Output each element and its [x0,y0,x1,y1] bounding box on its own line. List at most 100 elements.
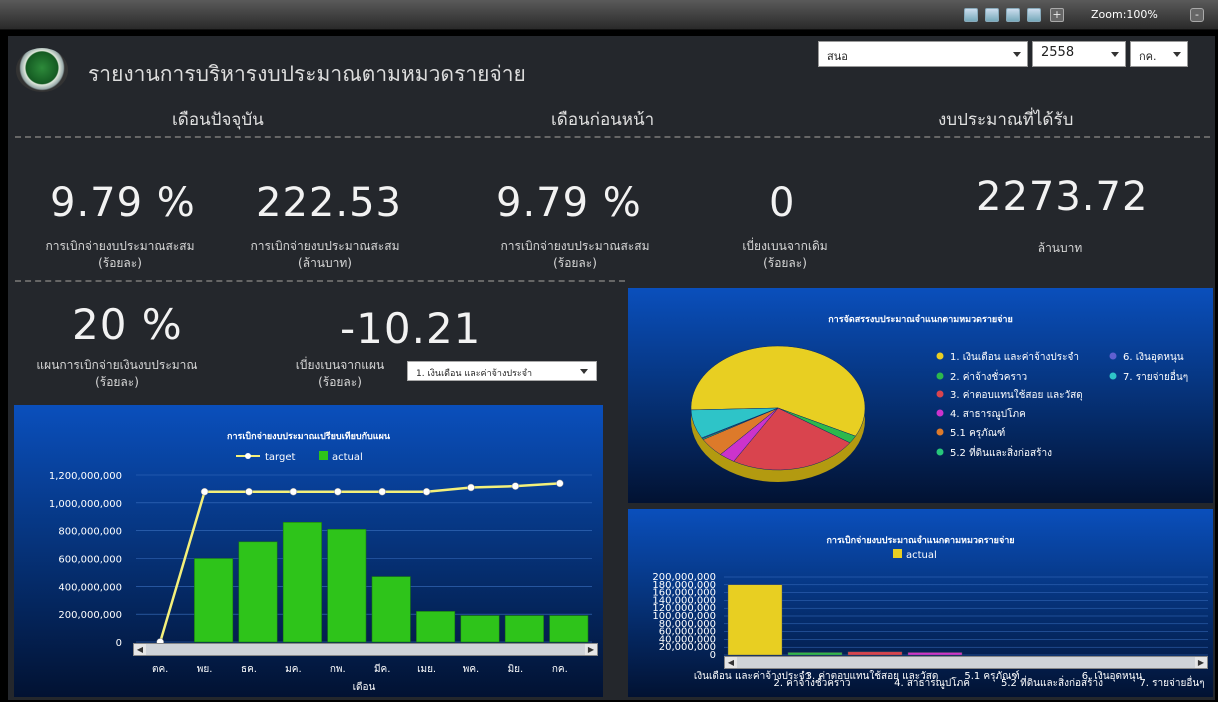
legend-swatch [1109,352,1117,360]
y-tick-label: 1,200,000,000 [49,471,122,482]
target-point [245,487,253,496]
x-tick-label: พย. [197,664,213,675]
x-tick-label: 6. เงินอุดหนุน [1082,671,1143,682]
legend-label: 3. ค่าตอบแทนใช้สอย และวัสดุ [950,389,1083,401]
target-point [556,479,564,488]
scroll-left-icon[interactable]: ◀ [134,644,146,655]
minimize-button[interactable]: - [1190,8,1204,22]
y-tick-label: 20,000,000 [659,642,716,653]
legend-swatch [936,352,944,360]
kpi-caption: การเบิกจ่ายงบประมาณสะสม (ร้อยละ) [500,239,650,270]
page-title: รายงานการบริหารงบประมาณตามหมวดรายจ่าย [88,62,526,86]
month-select-value: กค. [1139,50,1157,63]
actual-bar [416,611,456,643]
scroll-left-icon[interactable]: ◀ [725,657,737,668]
actual-bar [371,576,411,643]
kpi-caption: การเบิกจ่ายงบประมาณสะสม (ร้อยละ) [45,239,195,270]
category-select-value: 1. เงินเดือน และค่าจ้างประจำ [416,369,533,379]
legend-label: 5.2 ที่ดินและสิ่งก่อสร้าง [950,445,1052,459]
chevron-down-icon [580,369,588,374]
kpi-value: 222.53 [256,180,402,226]
legend-label: 1. เงินเดือน และค่าจ้างประจำ [950,351,1079,363]
kpi-value: 0 [769,180,796,226]
kpi-value: 9.79 % [50,180,196,226]
horizontal-scrollbar[interactable]: ◀ ▶ [133,643,598,656]
category-bar [907,652,963,656]
legend-swatch [936,448,944,456]
unit-select[interactable]: สนอ [818,41,1028,67]
year-select-value: 2558 [1041,45,1075,60]
users-icon[interactable] [1006,8,1020,22]
horizontal-scrollbar[interactable]: ◀ ▶ [724,656,1208,669]
legend-swatch [936,428,944,436]
x-tick-label: มค. [285,664,301,675]
target-point [422,487,431,496]
chevron-down-icon [1111,52,1119,57]
category-bar [787,652,843,656]
target-point [334,487,342,496]
refresh-icon[interactable] [964,8,978,22]
allocation-pie-svg: 1. เงินเดือน และค่าจ้างประจำ 2. ค่าจ้างชั… [690,345,1188,482]
legend-label: 5.1 ครุภัณฑ์ [950,427,1005,439]
category-bar [727,584,783,656]
y-tick-label: 400,000,000 [58,582,122,593]
legend-target-label: target [265,452,295,463]
chevron-down-icon [1013,52,1021,57]
scroll-right-icon[interactable]: ▶ [1195,657,1207,668]
layout-icon[interactable] [1027,8,1041,22]
actual-bar [549,615,589,643]
x-axis-label: เดือน [353,681,376,693]
x-tick-label: ตค. [152,664,168,675]
target-point [511,482,520,490]
actual-bar [327,528,367,643]
kpi-caption: การเบิกจ่ายงบประมาณสะสม (ล้านบาท) [250,239,400,270]
year-select[interactable]: 2558 [1032,41,1126,67]
header-budget: งบประมาณที่ได้รับ [938,110,1074,130]
legend-label: 4. สาธารณูปโภค [950,407,1026,420]
header-current: เดือนปัจจุบัน [172,110,264,130]
y-tick-label: 600,000,000 [58,555,122,566]
x-tick-label: กพ. [330,664,346,675]
plan-value: 20 % [72,300,183,349]
kpi-caption: ล้านบาท [1037,241,1083,255]
scroll-right-icon[interactable]: ▶ [585,644,597,655]
kpi-caption: เบี่ยงเบนจากเดิม (ร้อยละ) [742,239,828,270]
x-tick-label: 4. สาธารณูปโภค [894,676,970,689]
logo [16,48,68,92]
y-tick-label: 200,000,000 [58,610,122,621]
actual-bar [282,522,322,643]
chevron-down-icon [1173,52,1181,57]
target-point [467,483,475,492]
x-tick-label: พค. [463,664,479,675]
legend-label: 7. รายจ่ายอื่นๆ [1123,369,1188,383]
chart-plan-vs-actual: การเบิกจ่ายงบประมาณเปรียบเทียบกับแผน tar… [14,405,603,697]
header-previous: เดือนก่อนหน้า [551,110,655,130]
deviation-caption: เบี่ยงเบนจากแผน (ร้อยละ) [295,358,385,389]
legend-swatch [936,409,944,417]
deviation-value: -10.21 [340,304,482,353]
legend-actual-swatch [319,451,328,460]
actual-bar [194,558,234,643]
category-bar [847,651,903,656]
x-tick-label: มิย. [508,664,524,675]
kpi-value: 9.79 % [496,180,642,226]
x-tick-label: เมย. [417,664,436,675]
legend-swatch [936,372,944,380]
divider [15,136,1210,138]
legend-swatch [1109,372,1117,380]
month-select[interactable]: กค. [1130,41,1188,67]
zoom-level: Zoom:100% [1091,8,1158,21]
export-icon[interactable] [985,8,999,22]
target-point [289,487,298,496]
actual-bar [238,541,278,643]
y-tick-label: 0 [710,650,716,661]
y-tick-label: 0 [116,638,122,649]
add-icon[interactable]: + [1050,8,1064,22]
divider [15,280,625,282]
unit-select-value: สนอ [827,50,848,63]
legend-swatch [936,390,944,398]
legend-label: 6. เงินอุดหนุน [1123,352,1184,363]
legend-actual-label: actual [906,550,937,561]
category-select[interactable]: 1. เงินเดือน และค่าจ้างประจำ [407,361,597,381]
y-tick-label: 800,000,000 [58,527,122,538]
